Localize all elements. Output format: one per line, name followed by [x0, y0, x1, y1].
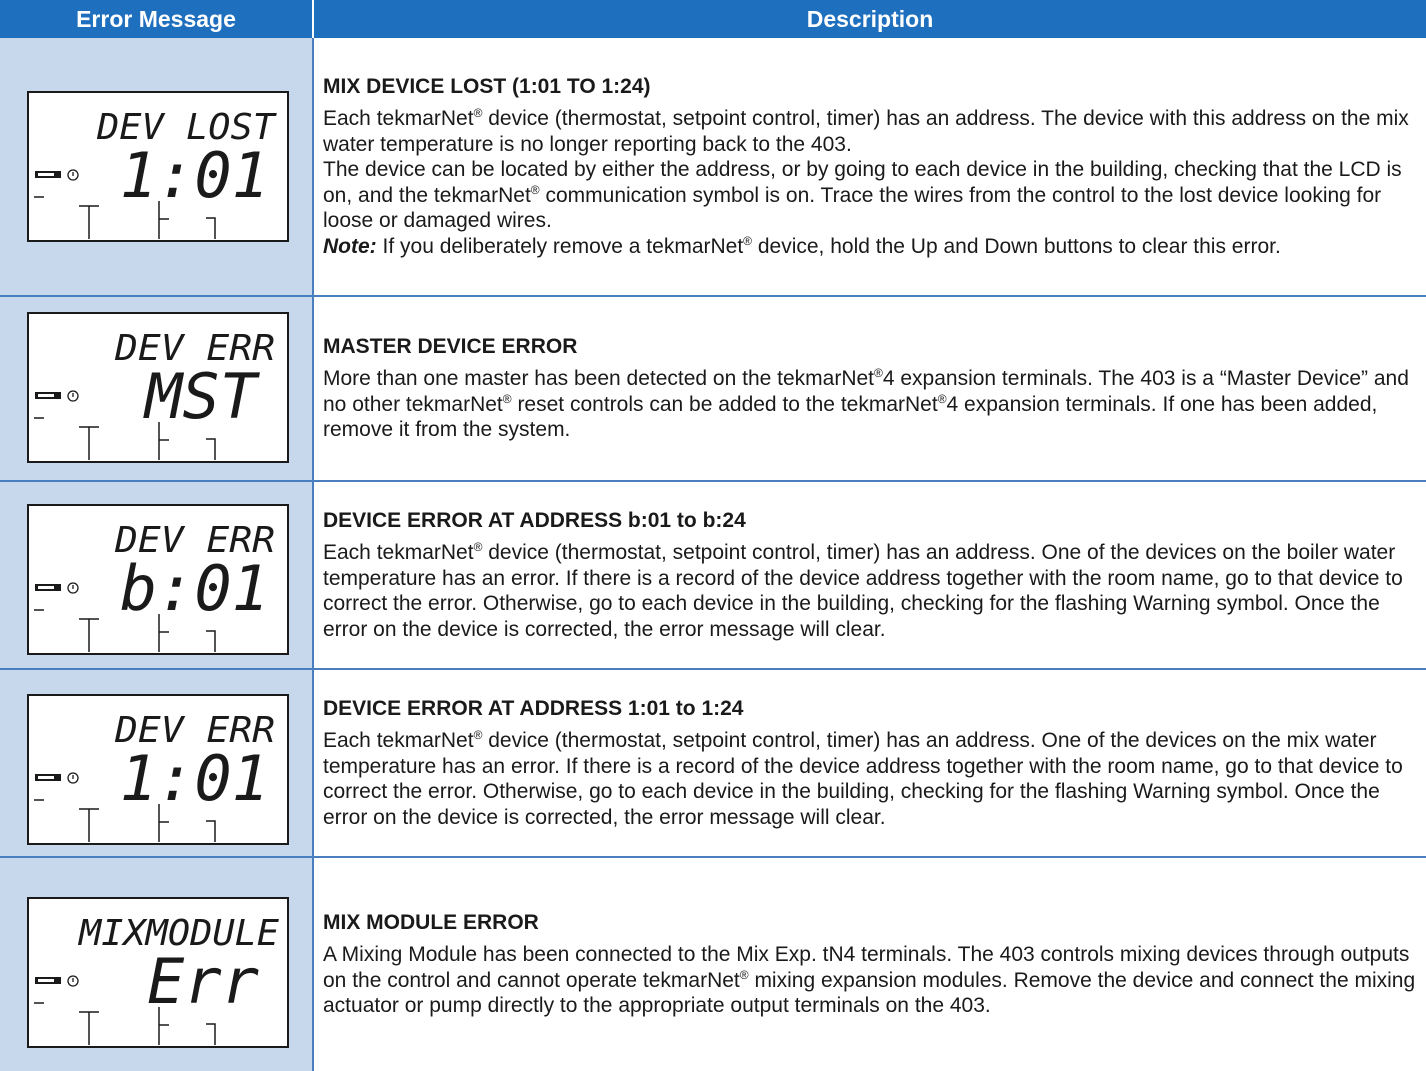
table-row: MIXMODULE Err MIX MODULE ERROR A Mixing … [0, 858, 1426, 1071]
table-row: DEV ERR b:01 DEVICE ERROR AT ADDRESS b:0… [0, 482, 1426, 670]
description-paragraph: Each tekmarNet® device (thermostat, setp… [323, 540, 1403, 641]
lcd-cell: MIXMODULE Err [0, 858, 314, 1071]
table-row: DEV ERR 1:01 DEVICE ERROR AT ADDRESS 1:0… [0, 670, 1426, 858]
lcd-display: DEV LOST 1:01 [27, 91, 289, 242]
lcd-graphic: DEV ERR MST [34, 328, 275, 460]
lcd-display: DEV ERR 1:01 [27, 694, 289, 845]
lcd-cell: DEV ERR b:01 [0, 482, 314, 668]
warning-icon [67, 169, 79, 181]
description-paragraph: More than one master has been detected o… [323, 366, 1409, 442]
lcd-cell: DEV ERR MST [0, 297, 314, 480]
lcd-graphic: DEV ERR b:01 [34, 520, 275, 652]
description-cell: DEVICE ERROR AT ADDRESS 1:01 to 1:24 Eac… [314, 670, 1426, 856]
column-header-error-message: Error Message [0, 0, 314, 38]
wrench-icon [35, 774, 61, 781]
description-paragraph: The device can be located by either the … [323, 158, 1402, 232]
note-paragraph: Note: If you deliberately remove a tekma… [323, 234, 1416, 260]
lcd-main-text: b:01 [120, 552, 269, 625]
lcd-main-text: 1:01 [120, 742, 269, 815]
wrench-icon [35, 977, 61, 984]
description-cell: MASTER DEVICE ERROR More than one master… [314, 297, 1426, 480]
column-header-description: Description [314, 0, 1426, 38]
error-title: DEVICE ERROR AT ADDRESS 1:01 to 1:24 [323, 697, 744, 720]
warning-icon [67, 390, 79, 402]
description-paragraph: Each tekmarNet® device (thermostat, setp… [323, 728, 1403, 829]
lcd-cell: DEV LOST 1:01 [0, 38, 314, 295]
wrench-icon [35, 584, 61, 591]
error-title: MIX MODULE ERROR [323, 911, 539, 935]
lcd-graphic: MIXMODULE Err [34, 913, 279, 1045]
note-label: Note: [323, 234, 377, 258]
warning-icon [67, 772, 79, 784]
note-text: If you deliberately remove a tekmarNet® … [376, 233, 1281, 258]
lcd-cell: DEV ERR 1:01 [0, 670, 314, 856]
description-cell: MIX MODULE ERROR A Mixing Module has bee… [314, 858, 1426, 1071]
error-title: MASTER DEVICE ERROR [323, 335, 578, 359]
description-cell: DEVICE ERROR AT ADDRESS b:01 to b:24 Eac… [314, 482, 1426, 668]
description-cell: MIX DEVICE LOST (1:01 TO 1:24) Each tekm… [314, 38, 1426, 295]
lcd-display: DEV ERR b:01 [27, 504, 289, 655]
lcd-main-text: Err [147, 945, 259, 1018]
error-message-table: Error Message Description DEV LOST 1:01 [0, 0, 1426, 1071]
table-row: DEV LOST 1:01 MIX DEVICE LOST (1:01 TO 1… [0, 38, 1426, 297]
lcd-display: DEV ERR MST [27, 312, 289, 463]
lcd-graphic: DEV LOST 1:01 [34, 107, 277, 239]
description-paragraph: Each tekmarNet® device (thermostat, setp… [323, 106, 1409, 156]
description-paragraph: A Mixing Module has been connected to th… [323, 943, 1416, 1018]
error-title: DEVICE ERROR AT ADDRESS b:01 to b:24 [323, 509, 746, 532]
error-title: MIX DEVICE LOST (1:01 TO 1:24) [323, 75, 651, 98]
lcd-main-text: MST [143, 360, 261, 433]
wrench-icon [35, 392, 61, 399]
table-row: DEV ERR MST MASTER DEVICE ERROR More tha… [0, 297, 1426, 482]
warning-icon [67, 975, 79, 987]
lcd-display: MIXMODULE Err [27, 897, 289, 1048]
wrench-icon [35, 171, 61, 178]
lcd-graphic: DEV ERR 1:01 [34, 710, 275, 842]
warning-icon [67, 582, 79, 594]
lcd-main-text: 1:01 [120, 139, 269, 212]
